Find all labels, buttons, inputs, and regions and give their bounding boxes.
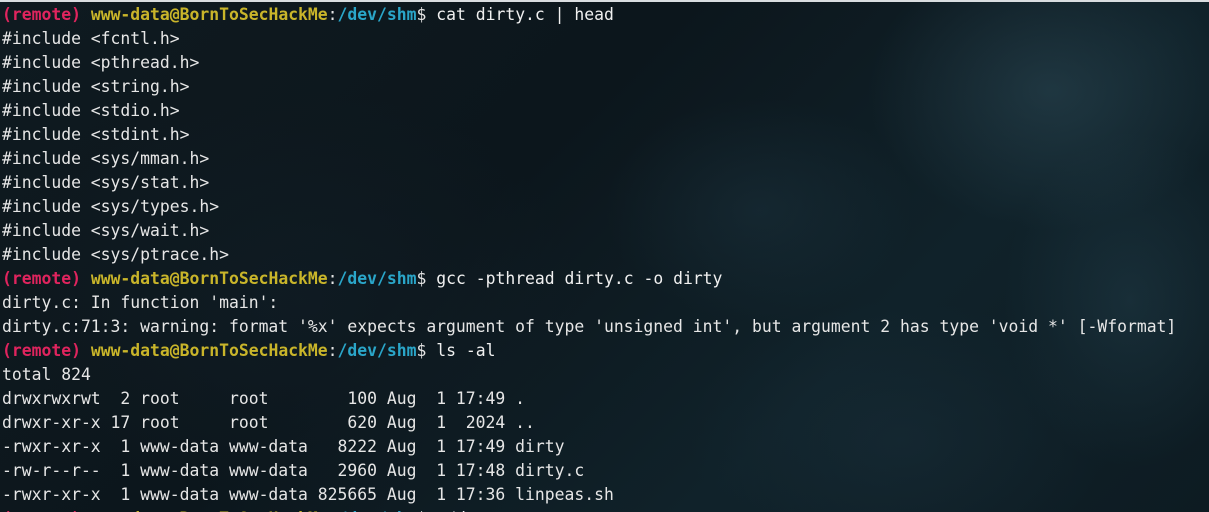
output-text: #include <stdio.h> bbox=[2, 101, 180, 120]
output-text: drwxr-xr-x 17 root root 620 Aug 1 2024 .… bbox=[2, 413, 535, 432]
window-top-border bbox=[0, 0, 1209, 2]
output-line: #include <sys/ptrace.h> bbox=[2, 243, 1176, 267]
output-line: total 824 bbox=[2, 363, 1176, 387]
output-text: #include <sys/stat.h> bbox=[2, 173, 210, 192]
output-line: dirty.c:71:3: warning: format '%x' expec… bbox=[2, 315, 1176, 339]
prompt-dollar: $ bbox=[416, 269, 437, 288]
output-text: #include <sys/ptrace.h> bbox=[2, 245, 229, 264]
prompt-path: /dev/shm bbox=[337, 269, 417, 288]
prompt-user-host: www-data@BornToSecHackMe bbox=[90, 5, 328, 24]
output-text: total 824 bbox=[2, 365, 91, 384]
prompt-colon: : bbox=[327, 5, 338, 24]
output-text: dirty.c:71:3: warning: format '%x' expec… bbox=[2, 317, 1177, 336]
output-text: dirty.c: In function 'main': bbox=[2, 293, 279, 312]
prompt-user-host: www-data@BornToSecHackMe bbox=[90, 341, 328, 360]
output-line: #include <sys/types.h> bbox=[2, 195, 1176, 219]
prompt-line: (remote) www-data@BornToSecHackMe:/dev/s… bbox=[2, 507, 1176, 512]
command-text: cat dirty.c | head bbox=[436, 5, 614, 24]
output-text: drwxrwxrwt 2 root root 100 Aug 1 17:49 . bbox=[2, 389, 526, 408]
output-text: -rw-r--r-- 1 www-data www-data 2960 Aug … bbox=[2, 461, 585, 480]
prompt-user-host: www-data@BornToSecHackMe bbox=[90, 269, 328, 288]
output-line: #include <stdio.h> bbox=[2, 99, 1176, 123]
output-text: -rwxr-xr-x 1 www-data www-data 8222 Aug … bbox=[2, 437, 565, 456]
output-text: #include <stdint.h> bbox=[2, 125, 190, 144]
output-text: #include <fcntl.h> bbox=[2, 29, 180, 48]
output-line: -rw-r--r-- 1 www-data www-data 2960 Aug … bbox=[2, 459, 1176, 483]
prompt-path: /dev/shm bbox=[337, 5, 417, 24]
output-line: #include <sys/stat.h> bbox=[2, 171, 1176, 195]
output-text: #include <string.h> bbox=[2, 77, 190, 96]
command-text: ls -al bbox=[436, 341, 496, 360]
output-text: #include <sys/wait.h> bbox=[2, 221, 210, 240]
prompt-line: (remote) www-data@BornToSecHackMe:/dev/s… bbox=[2, 3, 1176, 27]
terminal-output[interactable]: (remote) www-data@BornToSecHackMe:/dev/s… bbox=[2, 3, 1176, 512]
output-text: #include <sys/mman.h> bbox=[2, 149, 210, 168]
prompt-path: /dev/shm bbox=[337, 341, 417, 360]
prompt-remote-tag: (remote) bbox=[2, 341, 81, 360]
prompt-dollar: $ bbox=[416, 5, 437, 24]
prompt-dollar: $ bbox=[416, 341, 437, 360]
output-text: #include <sys/types.h> bbox=[2, 197, 220, 216]
output-line: #include <string.h> bbox=[2, 75, 1176, 99]
prompt-remote-tag: (remote) bbox=[2, 269, 81, 288]
prompt-line: (remote) www-data@BornToSecHackMe:/dev/s… bbox=[2, 339, 1176, 363]
output-line: drwxr-xr-x 17 root root 620 Aug 1 2024 .… bbox=[2, 411, 1176, 435]
command-text: gcc -pthread dirty.c -o dirty bbox=[436, 269, 723, 288]
output-text: -rwxr-xr-x 1 www-data www-data 825665 Au… bbox=[2, 485, 614, 504]
output-line: #include <fcntl.h> bbox=[2, 27, 1176, 51]
terminal-window[interactable]: (remote) www-data@BornToSecHackMe:/dev/s… bbox=[0, 0, 1209, 512]
prompt-remote-tag: (remote) bbox=[2, 5, 81, 24]
prompt-line: (remote) www-data@BornToSecHackMe:/dev/s… bbox=[2, 267, 1176, 291]
output-line: -rwxr-xr-x 1 www-data www-data 825665 Au… bbox=[2, 483, 1176, 507]
output-line: -rwxr-xr-x 1 www-data www-data 8222 Aug … bbox=[2, 435, 1176, 459]
prompt-colon: : bbox=[327, 341, 338, 360]
prompt-colon: : bbox=[327, 269, 338, 288]
output-line: #include <sys/wait.h> bbox=[2, 219, 1176, 243]
output-line: #include <pthread.h> bbox=[2, 51, 1176, 75]
output-line: #include <stdint.h> bbox=[2, 123, 1176, 147]
output-line: #include <sys/mman.h> bbox=[2, 147, 1176, 171]
output-text: #include <pthread.h> bbox=[2, 53, 200, 72]
output-line: drwxrwxrwt 2 root root 100 Aug 1 17:49 . bbox=[2, 387, 1176, 411]
output-line: dirty.c: In function 'main': bbox=[2, 291, 1176, 315]
